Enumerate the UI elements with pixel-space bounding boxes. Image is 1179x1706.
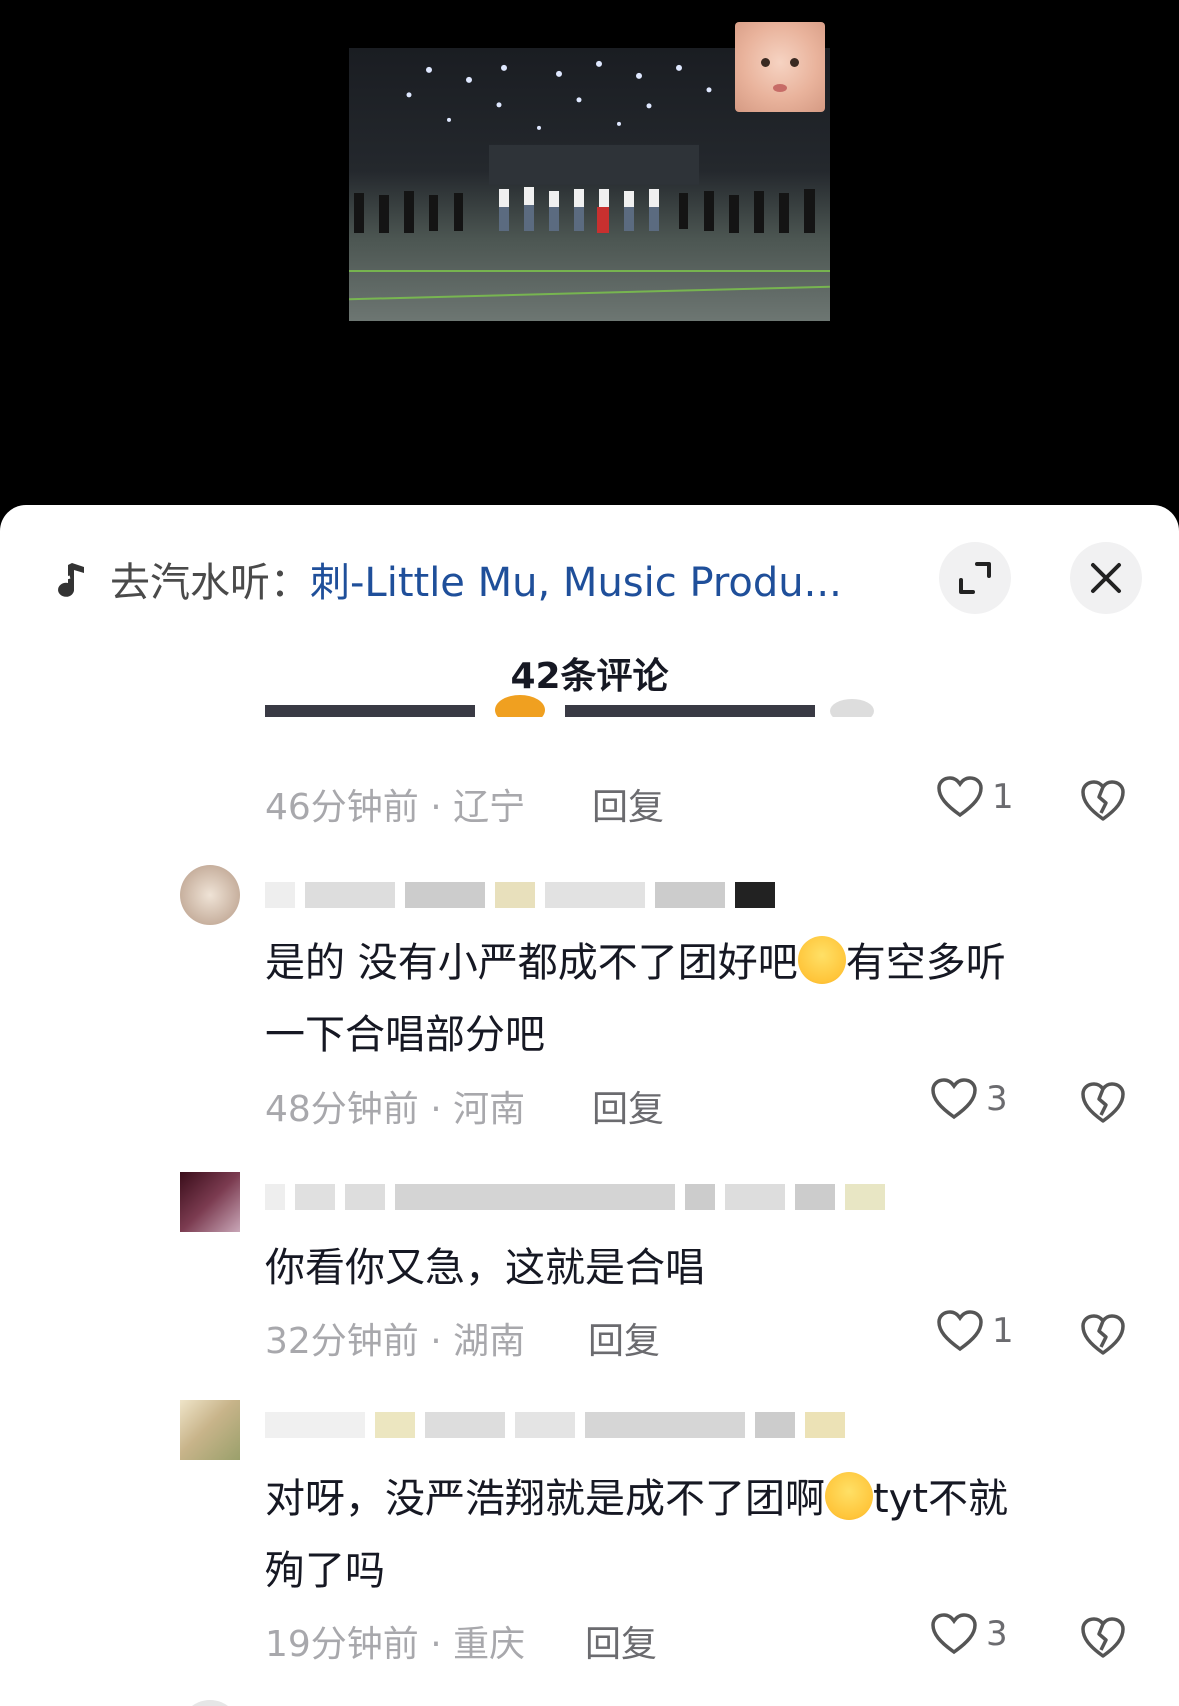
expand-icon (959, 562, 991, 594)
username-redacted[interactable] (265, 1405, 845, 1445)
video-player[interactable] (0, 0, 1179, 505)
close-icon (1091, 563, 1121, 593)
comments-sheet: 去汽水听： 刺-Little Mu, Music Produ... 42条评论 … (0, 505, 1179, 1706)
reply-button[interactable]: 回复 (585, 1615, 657, 1667)
clipped-comment-text (265, 677, 885, 717)
reply-button[interactable]: 回复 (588, 1312, 660, 1364)
comment-meta: 32分钟前 · 湖南 (265, 1321, 526, 1362)
laughing-crying-emoji (797, 936, 846, 984)
avatar[interactable] (180, 1700, 240, 1706)
broken-heart-icon[interactable] (1080, 1079, 1126, 1125)
comment-meta: 19分钟前 · 重庆 (265, 1624, 526, 1665)
heart-icon (937, 776, 983, 818)
expand-button[interactable] (939, 542, 1011, 614)
like-count: 3 (986, 1614, 1008, 1654)
avatar[interactable] (180, 1400, 240, 1460)
close-button[interactable] (1070, 542, 1142, 614)
like-button[interactable]: 3 (930, 1077, 1008, 1121)
like-count: 1 (992, 777, 1014, 817)
reply-button[interactable]: 回复 (592, 778, 664, 830)
like-button[interactable]: 1 (936, 1309, 1014, 1353)
heart-icon (931, 1613, 977, 1655)
like-count: 1 (992, 1311, 1014, 1351)
comment-text: 对呀，没严浩翔就是成不了团啊 tyt不就 殉了吗 (265, 1463, 1105, 1607)
picture-in-picture-avatar[interactable] (735, 22, 825, 112)
like-button[interactable]: 1 (936, 775, 1014, 819)
like-count: 3 (986, 1079, 1008, 1119)
music-prefix-label: 去汽水听： (110, 560, 310, 606)
avatar[interactable] (180, 1172, 240, 1232)
dancers (354, 187, 815, 233)
username-redacted[interactable] (265, 875, 775, 915)
music-note-icon (55, 563, 84, 597)
heart-icon (937, 1310, 983, 1352)
reply-button[interactable]: 回复 (592, 1080, 664, 1132)
broken-heart-icon[interactable] (1080, 777, 1126, 823)
broken-heart-icon[interactable] (1080, 1614, 1126, 1660)
comment-text: 你看你又急，这就是合唱 (265, 1245, 705, 1291)
heart-icon (931, 1078, 977, 1120)
comment-text: 是的 没有小严都成不了团好吧 有空多听 一下合唱部分吧 (265, 927, 1105, 1071)
music-song-title[interactable]: 刺-Little Mu, Music Produ... (310, 550, 842, 608)
music-source-link[interactable]: 去汽水听： 刺-Little Mu, Music Produ... (52, 547, 842, 611)
broken-heart-icon[interactable] (1080, 1311, 1126, 1357)
avatar[interactable] (180, 865, 240, 925)
username-redacted[interactable] (265, 1177, 885, 1217)
comment-meta: 46分钟前 · 辽宁 (265, 787, 526, 828)
like-button[interactable]: 3 (930, 1612, 1008, 1656)
squinting-emoji (825, 1472, 873, 1520)
comment-meta: 48分钟前 · 河南 (265, 1089, 526, 1130)
